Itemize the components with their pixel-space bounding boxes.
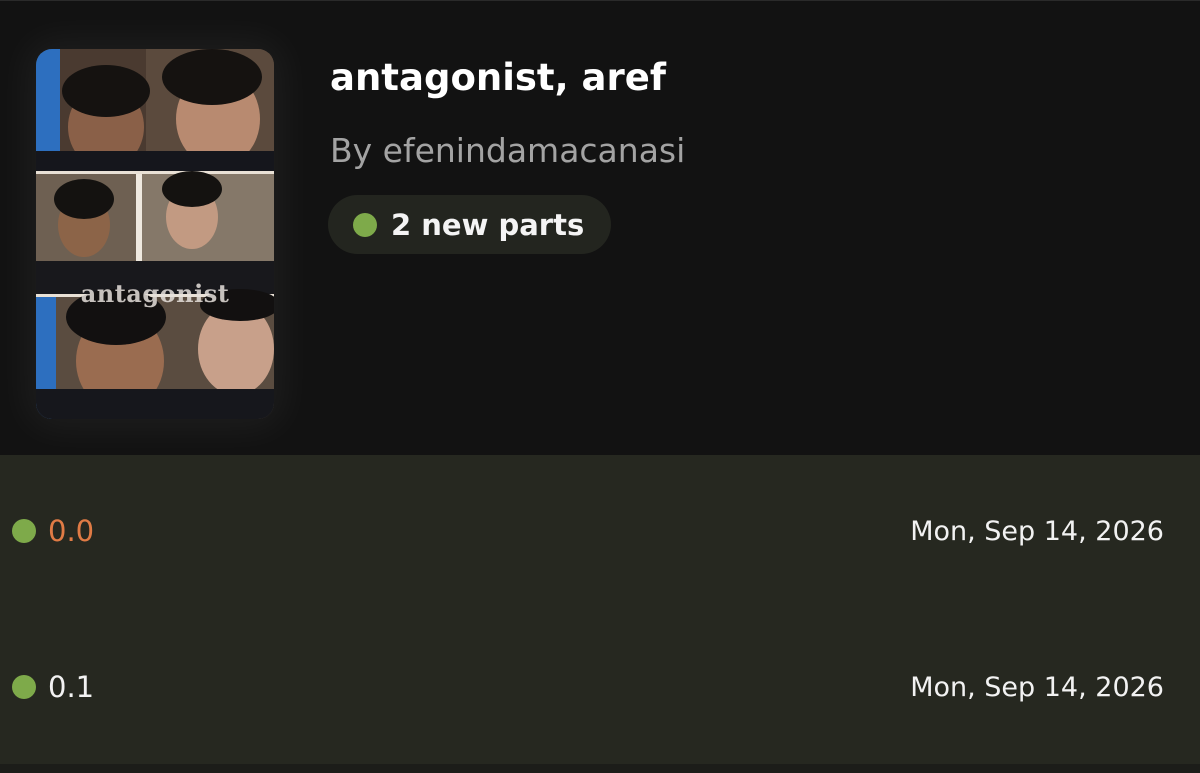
part-date: Mon, Sep 14, 2026 bbox=[910, 515, 1164, 547]
cover-title-text: antagonist bbox=[80, 279, 230, 308]
part-number: 0.0 bbox=[48, 514, 95, 548]
part-row[interactable]: 0.1 Mon, Sep 14, 2026 bbox=[0, 657, 1200, 717]
part-row[interactable]: 0.0 Mon, Sep 14, 2026 bbox=[0, 501, 1200, 561]
parts-list: 0.0 Mon, Sep 14, 2026 0.1 Mon, Sep 14, 2… bbox=[0, 455, 1200, 773]
list-bottom-divider bbox=[0, 764, 1200, 773]
new-indicator-dot-icon bbox=[12, 519, 36, 543]
story-cover-image[interactable]: antagonist bbox=[36, 49, 274, 419]
new-indicator-dot-icon bbox=[353, 212, 377, 237]
story-author[interactable]: By efenindamacanasi bbox=[330, 129, 685, 173]
story-header: antagonist antagonist, aref By efenindam… bbox=[0, 0, 1200, 455]
new-indicator-dot-icon bbox=[12, 675, 36, 699]
new-parts-label: 2 new parts bbox=[391, 207, 585, 242]
story-title[interactable]: antagonist, aref bbox=[330, 55, 666, 101]
new-parts-badge: 2 new parts bbox=[328, 195, 612, 254]
part-number: 0.1 bbox=[48, 670, 95, 704]
cover-collage-image bbox=[36, 49, 274, 419]
part-date: Mon, Sep 14, 2026 bbox=[910, 671, 1164, 703]
story-page: antagonist antagonist, aref By efenindam… bbox=[0, 0, 1200, 773]
